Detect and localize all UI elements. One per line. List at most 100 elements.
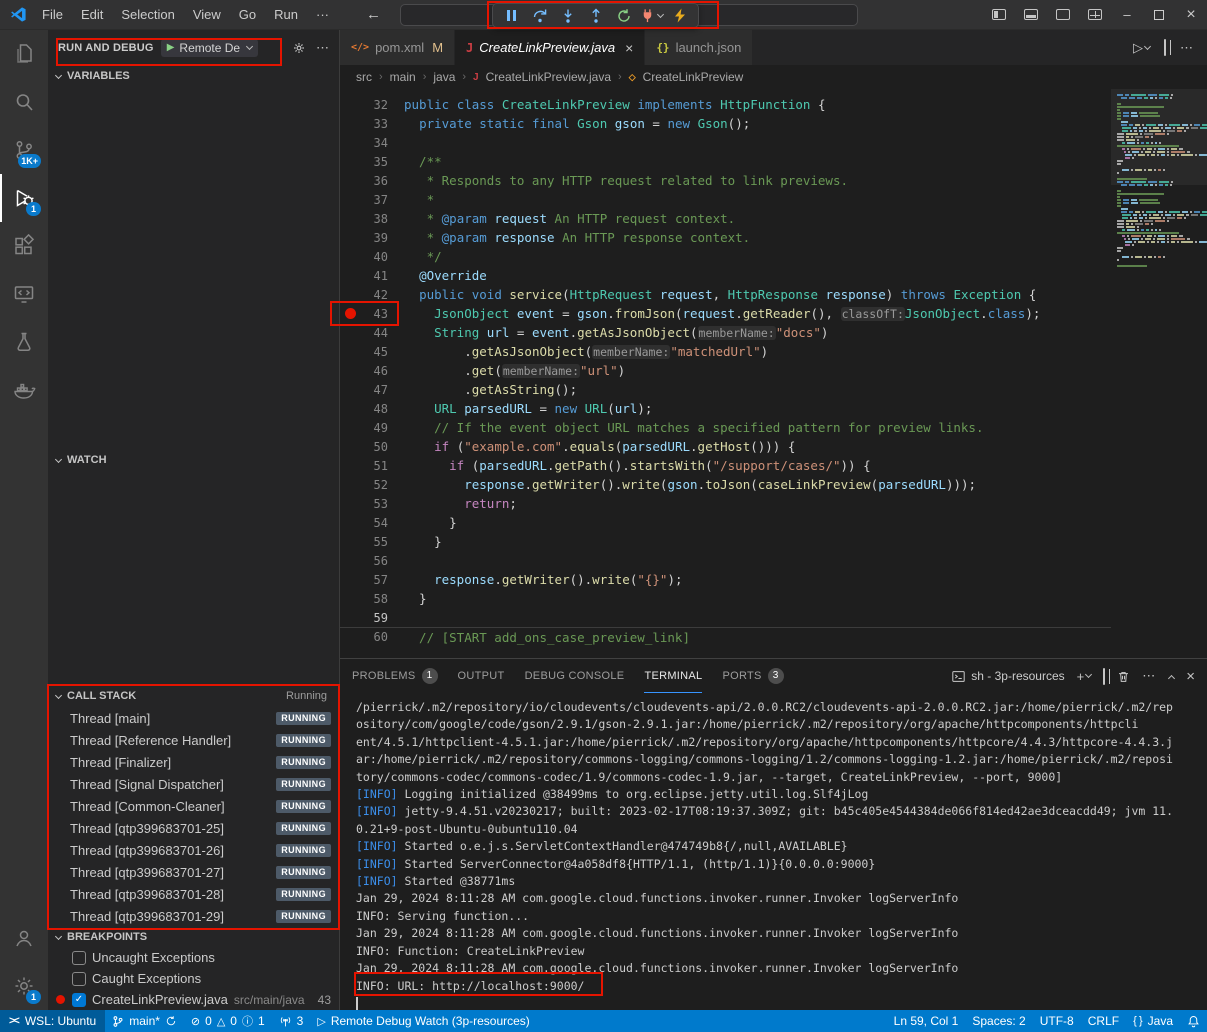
code-line[interactable]: 39 * @param response An HTTP response co… — [340, 228, 1207, 247]
code-line[interactable]: 41 @Override — [340, 266, 1207, 285]
code-line[interactable]: 35 /** — [340, 152, 1207, 171]
settings-gear-icon[interactable]: 1 — [0, 962, 48, 1010]
eol-item[interactable]: CRLF — [1081, 1010, 1126, 1032]
cursor-position-item[interactable]: Ln 59, Col 1 — [887, 1010, 966, 1032]
breakpoint-dot[interactable] — [340, 308, 360, 319]
kill-terminal-icon[interactable] — [1117, 670, 1130, 683]
code-line[interactable]: 32public class CreateLinkPreview impleme… — [340, 95, 1207, 114]
breakpoint-row-uncaught[interactable]: Uncaught Exceptions — [48, 947, 339, 968]
code-line[interactable]: 33 private static final Gson gson = new … — [340, 114, 1207, 133]
code-line[interactable]: 36 * Responds to any HTTP request relate… — [340, 171, 1207, 190]
code-line[interactable]: 47 .getAsString(); — [340, 380, 1207, 399]
breadcrumb-main[interactable]: main — [390, 70, 416, 84]
split-terminal-icon[interactable] — [1103, 669, 1105, 684]
code-editor[interactable]: 32public class CreateLinkPreview impleme… — [340, 89, 1207, 658]
start-debug-config-button[interactable]: ▶ Remote De — [161, 39, 258, 57]
tab-problems[interactable]: PROBLEMS 1 — [352, 659, 438, 693]
new-terminal-icon[interactable]: + — [1077, 669, 1092, 684]
callstack-thread-row[interactable]: Thread [Finalizer]RUNNING — [48, 751, 339, 773]
breakpoint-row-file[interactable]: ✓ CreateLinkPreview.java src/main/java 4… — [48, 989, 339, 1010]
tab-createlinkpreview-java[interactable]: J CreateLinkPreview.java × — [455, 30, 645, 65]
code-line[interactable]: 34 — [340, 133, 1207, 152]
menu-file[interactable]: File — [33, 0, 72, 30]
code-line[interactable]: 44 String url = event.getAsJsonObject(me… — [340, 323, 1207, 342]
tab-pom-xml[interactable]: </> pom.xml M — [340, 30, 455, 65]
code-line[interactable]: 38 * @param request An HTTP request cont… — [340, 209, 1207, 228]
callstack-thread-row[interactable]: Thread [qtp399683701-25]RUNNING — [48, 817, 339, 839]
checkbox-unchecked[interactable] — [72, 951, 86, 965]
notifications-bell-icon[interactable] — [1180, 1010, 1207, 1032]
breadcrumb-symbol[interactable]: CreateLinkPreview — [643, 70, 744, 84]
callstack-thread-row[interactable]: Thread [Reference Handler]RUNNING — [48, 729, 339, 751]
breakpoints-section-header[interactable]: BREAKPOINTS — [48, 927, 339, 947]
close-tab-icon[interactable]: × — [625, 40, 633, 56]
split-editor-icon[interactable] — [1164, 40, 1166, 55]
indentation-item[interactable]: Spaces: 2 — [965, 1010, 1032, 1032]
run-java-icon[interactable]: ▷ — [1133, 40, 1150, 56]
disconnect-dropdown-icon[interactable] — [657, 10, 664, 17]
extensions-icon[interactable] — [0, 222, 48, 270]
editor-more-actions-icon[interactable]: ⋯ — [1180, 40, 1193, 56]
callstack-thread-row[interactable]: Thread [Signal Dispatcher]RUNNING — [48, 773, 339, 795]
code-line[interactable]: 37 * — [340, 190, 1207, 209]
toggle-panel-icon[interactable] — [1015, 0, 1047, 30]
checkbox-unchecked[interactable] — [72, 972, 86, 986]
menu-selection[interactable]: Selection — [112, 0, 183, 30]
disconnect-icon[interactable] — [638, 5, 665, 26]
source-control-icon[interactable]: 1K+ — [0, 126, 48, 174]
code-line[interactable]: 58 } — [340, 589, 1207, 608]
close-panel-icon[interactable]: × — [1186, 668, 1195, 685]
code-line[interactable]: 46 .get(memberName:"url") — [340, 361, 1207, 380]
breadcrumb-file[interactable]: CreateLinkPreview.java — [486, 70, 611, 84]
callstack-thread-row[interactable]: Thread [qtp399683701-27]RUNNING — [48, 861, 339, 883]
menu-view[interactable]: View — [184, 0, 230, 30]
step-out-icon[interactable] — [582, 5, 609, 26]
minimize-icon[interactable]: – — [1111, 0, 1143, 30]
language-mode-item[interactable]: { } Java — [1126, 1010, 1180, 1032]
forwarded-ports-item[interactable]: 3 — [272, 1010, 311, 1032]
run-and-debug-icon[interactable]: 1 — [0, 174, 48, 222]
code-line[interactable]: 53 return; — [340, 494, 1207, 513]
code-line[interactable]: 52 response.getWriter().write(gson.toJso… — [340, 475, 1207, 494]
docker-icon[interactable] — [0, 366, 48, 414]
restart-icon[interactable] — [610, 5, 637, 26]
step-over-icon[interactable] — [526, 5, 553, 26]
tab-output[interactable]: OUTPUT — [458, 659, 505, 693]
code-line[interactable]: 42 public void service(HttpRequest reque… — [340, 285, 1207, 304]
pause-icon[interactable] — [498, 5, 525, 26]
tab-debug-console[interactable]: DEBUG CONSOLE — [525, 659, 625, 693]
code-line[interactable]: 40 */ — [340, 247, 1207, 266]
maximize-panel-icon[interactable] — [1167, 669, 1174, 684]
breadcrumb-java[interactable]: java — [433, 70, 455, 84]
problems-summary-item[interactable]: ⊘ 0 △ 0 ⓘ 1 — [184, 1010, 272, 1032]
step-into-icon[interactable] — [554, 5, 581, 26]
testing-icon[interactable] — [0, 318, 48, 366]
call-stack-section-header[interactable]: CALL STACK Running — [48, 685, 339, 707]
callstack-thread-row[interactable]: Thread [qtp399683701-26]RUNNING — [48, 839, 339, 861]
toggle-secondary-sidebar-icon[interactable] — [1047, 0, 1079, 30]
code-line[interactable]: 57 response.getWriter().write("{}"); — [340, 570, 1207, 589]
tab-launch-json[interactable]: {} launch.json — [645, 30, 753, 65]
go-back-icon[interactable]: ← — [366, 6, 381, 23]
breakpoint-row-caught[interactable]: Caught Exceptions — [48, 968, 339, 989]
encoding-item[interactable]: UTF-8 — [1033, 1010, 1081, 1032]
explorer-icon[interactable] — [0, 30, 48, 78]
menu-overflow[interactable]: ··· — [307, 0, 338, 30]
remote-indicator[interactable]: >< WSL: Ubuntu — [0, 1010, 105, 1032]
callstack-thread-row[interactable]: Thread [qtp399683701-28]RUNNING — [48, 883, 339, 905]
debug-settings-gear-icon[interactable] — [292, 41, 306, 55]
panel-more-actions-icon[interactable]: ⋯ — [1142, 668, 1155, 684]
code-line[interactable]: 45 .getAsJsonObject(memberName:"matchedU… — [340, 342, 1207, 361]
checkbox-checked[interactable]: ✓ — [72, 993, 86, 1007]
variables-section-header[interactable]: VARIABLES — [48, 65, 339, 87]
code-line[interactable]: 59 — [340, 608, 1207, 627]
code-line[interactable]: 51 if (parsedURL.getPath().startsWith("/… — [340, 456, 1207, 475]
git-branch-item[interactable]: main* — [105, 1010, 184, 1032]
tab-terminal[interactable]: TERMINAL — [644, 659, 702, 693]
customize-layout-icon[interactable] — [1079, 0, 1111, 30]
tab-ports[interactable]: PORTS 3 — [722, 659, 783, 693]
menu-run[interactable]: Run — [265, 0, 307, 30]
terminal-selector[interactable]: sh - 3p-resources — [952, 669, 1064, 683]
callstack-thread-row[interactable]: Thread [Common-Cleaner]RUNNING — [48, 795, 339, 817]
hot-code-replace-icon[interactable] — [666, 5, 693, 26]
